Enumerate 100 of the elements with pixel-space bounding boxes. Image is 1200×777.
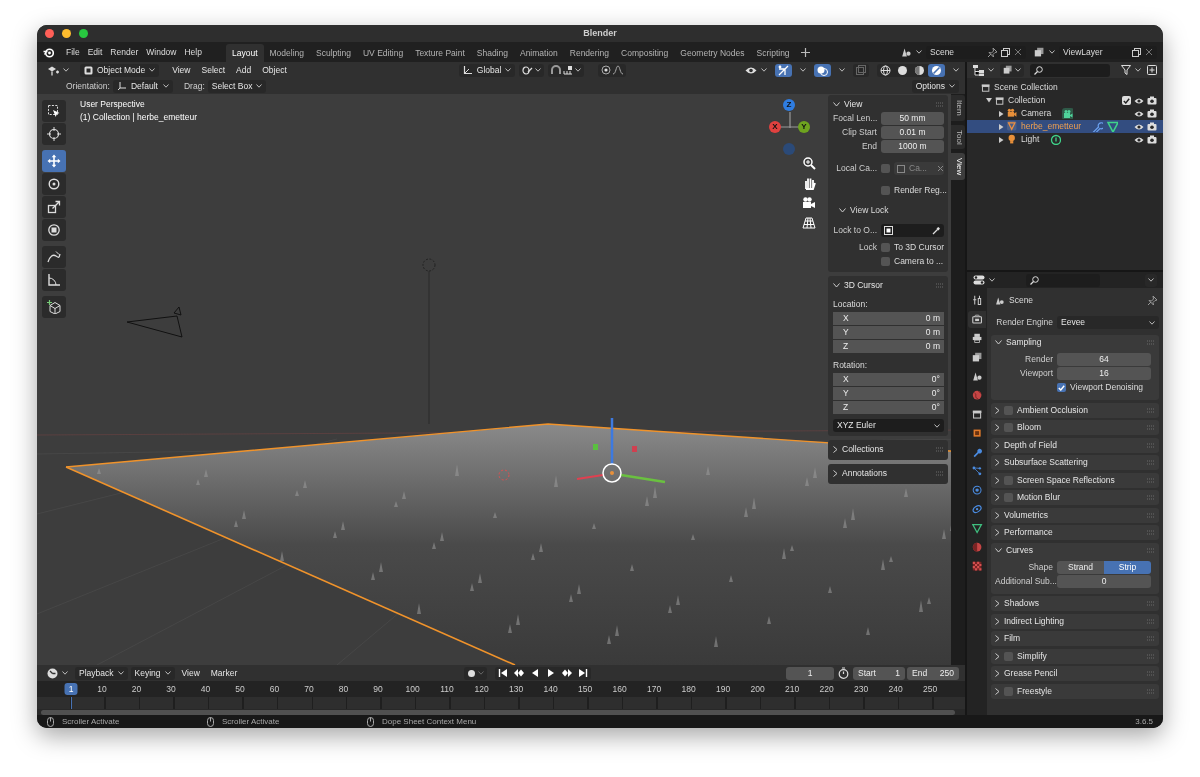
overlay-toggle[interactable] [814,63,831,77]
panel-title[interactable]: Depth of Field [1004,440,1143,450]
menu-item[interactable]: Keying [130,666,175,680]
menu-item[interactable]: View [177,668,204,678]
exclude-checkbox[interactable] [1122,96,1131,105]
view-layer-menu-button[interactable] [1034,46,1055,58]
render-camera-icon[interactable] [1147,135,1157,144]
workspace-tab[interactable]: Layout [225,43,264,62]
wrench-icon[interactable] [1092,121,1103,132]
drag-handle-icon[interactable] [1147,340,1155,345]
panel-title[interactable]: Simplify [1017,651,1143,661]
number-field[interactable]: 64 [1057,353,1151,366]
workspace-tab[interactable]: Animation [513,43,564,62]
panel-title[interactable]: Film [1004,634,1143,643]
pin-icon[interactable] [1148,296,1157,305]
rotation-mode-dropdown[interactable]: XYZ Euler [833,419,944,432]
checkbox[interactable] [1004,493,1013,502]
eye-icon[interactable] [1134,109,1144,118]
menu-item[interactable]: Edit [83,47,107,57]
chevron-down-icon[interactable] [995,340,1002,345]
snap-button[interactable] [548,63,585,77]
search-field[interactable] [1026,273,1100,287]
gizmo-toggle[interactable] [775,63,792,77]
jump-start-icon[interactable] [498,668,509,678]
close-icon[interactable] [1014,48,1022,56]
drag-handle-icon[interactable] [1147,495,1155,500]
shading-button[interactable] [928,63,945,77]
menu-item[interactable]: Playback [75,666,128,680]
menu-item[interactable]: View [168,65,195,75]
record-button[interactable] [464,666,488,680]
shading-button[interactable] [877,63,894,77]
chevron-right-icon[interactable] [995,424,1000,431]
drag-handle-icon[interactable] [1147,530,1155,535]
chevron-right-icon[interactable] [995,511,1000,519]
drag-handle-icon[interactable] [1147,636,1155,641]
checkbox-label[interactable]: Viewport Denoising [1070,383,1144,392]
tool-button[interactable] [42,150,66,172]
drag-handle-icon[interactable] [1147,512,1155,518]
zoom-icon[interactable] [801,155,816,170]
jump-end-icon[interactable] [578,668,589,678]
orientation-dropdown[interactable]: Global [458,63,516,77]
copy-icon[interactable] [1001,47,1010,57]
view-layer-filter-button[interactable] [1000,63,1024,77]
start-frame-field[interactable]: Start 1 [853,666,905,680]
panel-title[interactable]: View [844,99,932,109]
outliner-row[interactable]: Light [967,133,1163,146]
menu-item[interactable]: Render [106,47,143,57]
menu-item[interactable]: Help [180,47,206,57]
eyedropper-icon[interactable] [932,226,941,235]
workspace-tab[interactable]: Rendering [563,43,615,62]
chevron-right-icon[interactable] [995,670,1000,677]
workspace-tab[interactable]: UV Editing [356,43,410,62]
drag-handle-icon[interactable] [936,282,944,288]
scene-menu-button[interactable] [901,46,922,58]
chevron-right-icon[interactable] [995,529,1000,536]
maximize-button[interactable] [79,29,88,38]
drag-handle-icon[interactable] [936,101,944,107]
scrollbar[interactable] [41,710,955,715]
workspace-tab[interactable]: Compositing [615,43,675,62]
render-camera-icon[interactable] [1147,109,1157,118]
light-data-icon[interactable] [1050,134,1062,145]
checkbox[interactable] [881,257,890,266]
checkbox[interactable] [881,243,890,252]
segment-button[interactable]: Strip [1104,560,1151,574]
tree-item[interactable]: Scene Collection [994,83,1058,92]
logo-icon[interactable] [43,46,54,58]
workspace-tab[interactable]: Modeling [263,43,310,62]
stopwatch-icon[interactable] [838,667,849,679]
render-camera-icon[interactable] [1147,96,1157,105]
panel-title[interactable]: Curves [1006,545,1143,555]
render-engine-dropdown[interactable]: Eevee [1057,316,1159,329]
checkbox[interactable] [1004,423,1013,432]
mode-dropdown[interactable]: Object Mode [80,63,160,77]
menu-item[interactable]: File [62,47,84,57]
end-frame-field[interactable]: End 250 [907,666,959,680]
camera-icon[interactable] [801,195,816,210]
drag-handle-icon[interactable] [1147,618,1155,624]
chevron-down-icon[interactable] [839,208,846,213]
vector-field[interactable]: Z 0 m [833,340,944,353]
eye-icon[interactable] [1134,96,1144,105]
playhead[interactable]: 1 [64,683,78,695]
vector-field[interactable]: X 0 m [833,312,944,325]
panel-title[interactable]: Screen Space Reflections [1017,475,1143,485]
panel-title[interactable]: Indirect Lighting [1004,616,1143,626]
camera-data-icon[interactable] [1062,108,1074,119]
chevron-down-icon[interactable] [995,547,1002,553]
options-dropdown[interactable]: Options [911,79,959,93]
chevron-down-icon[interactable] [833,282,840,288]
panel-title[interactable]: Subsurface Scattering [1004,458,1143,467]
tool-button[interactable] [42,123,66,145]
play-reverse-icon[interactable] [530,668,541,678]
options-dropdown[interactable] [1145,273,1157,287]
checkbox-label[interactable]: To 3D Cursor [894,243,945,252]
editor-type-button[interactable] [973,275,995,285]
chevron-right-icon[interactable] [995,459,1000,466]
panel-title[interactable]: Performance [1004,528,1143,537]
tool-button[interactable] [42,296,66,318]
panel-title[interactable]: Annotations [842,468,932,478]
menu-item[interactable]: Select [197,65,230,75]
tool-button[interactable] [42,219,66,241]
